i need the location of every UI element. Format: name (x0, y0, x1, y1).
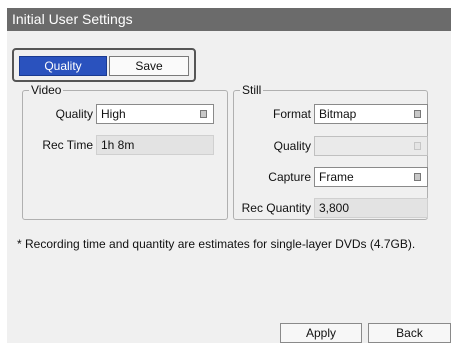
still-quality-label: Quality (273, 139, 311, 153)
tab-quality[interactable]: Quality (19, 56, 107, 76)
still-quality-select (314, 136, 428, 156)
apply-button[interactable]: Apply (280, 323, 362, 343)
rec-time-label: Rec Time (42, 138, 93, 152)
rec-quantity-field: 3,800 (314, 198, 428, 218)
still-format-label: Format (272, 107, 311, 121)
back-button[interactable]: Back (368, 323, 451, 343)
rec-quantity-label: Rec Quantity (241, 201, 311, 215)
video-quality-label: Quality (55, 107, 93, 121)
still-capture-label: Capture (268, 170, 311, 184)
estimate-note: * Recording time and quantity are estima… (17, 237, 416, 251)
video-quality-value: High (101, 107, 126, 121)
dropdown-arrow-icon (414, 110, 421, 118)
still-capture-value: Frame (319, 170, 354, 184)
dropdown-arrow-icon (200, 110, 207, 118)
still-format-select[interactable]: Bitmap (314, 104, 428, 124)
still-group-title: Still (240, 83, 264, 97)
video-quality-select[interactable]: High (96, 104, 214, 124)
still-capture-select[interactable]: Frame (314, 167, 428, 187)
still-format-value: Bitmap (319, 107, 357, 121)
tab-save[interactable]: Save (109, 56, 189, 76)
video-group-title: Video (29, 83, 64, 97)
dropdown-arrow-icon (414, 173, 421, 181)
window-title: Initial User Settings (7, 8, 451, 31)
tab-strip: Quality Save (12, 48, 196, 82)
dropdown-arrow-icon (414, 142, 421, 150)
rec-time-field: 1h 8m (96, 135, 214, 155)
